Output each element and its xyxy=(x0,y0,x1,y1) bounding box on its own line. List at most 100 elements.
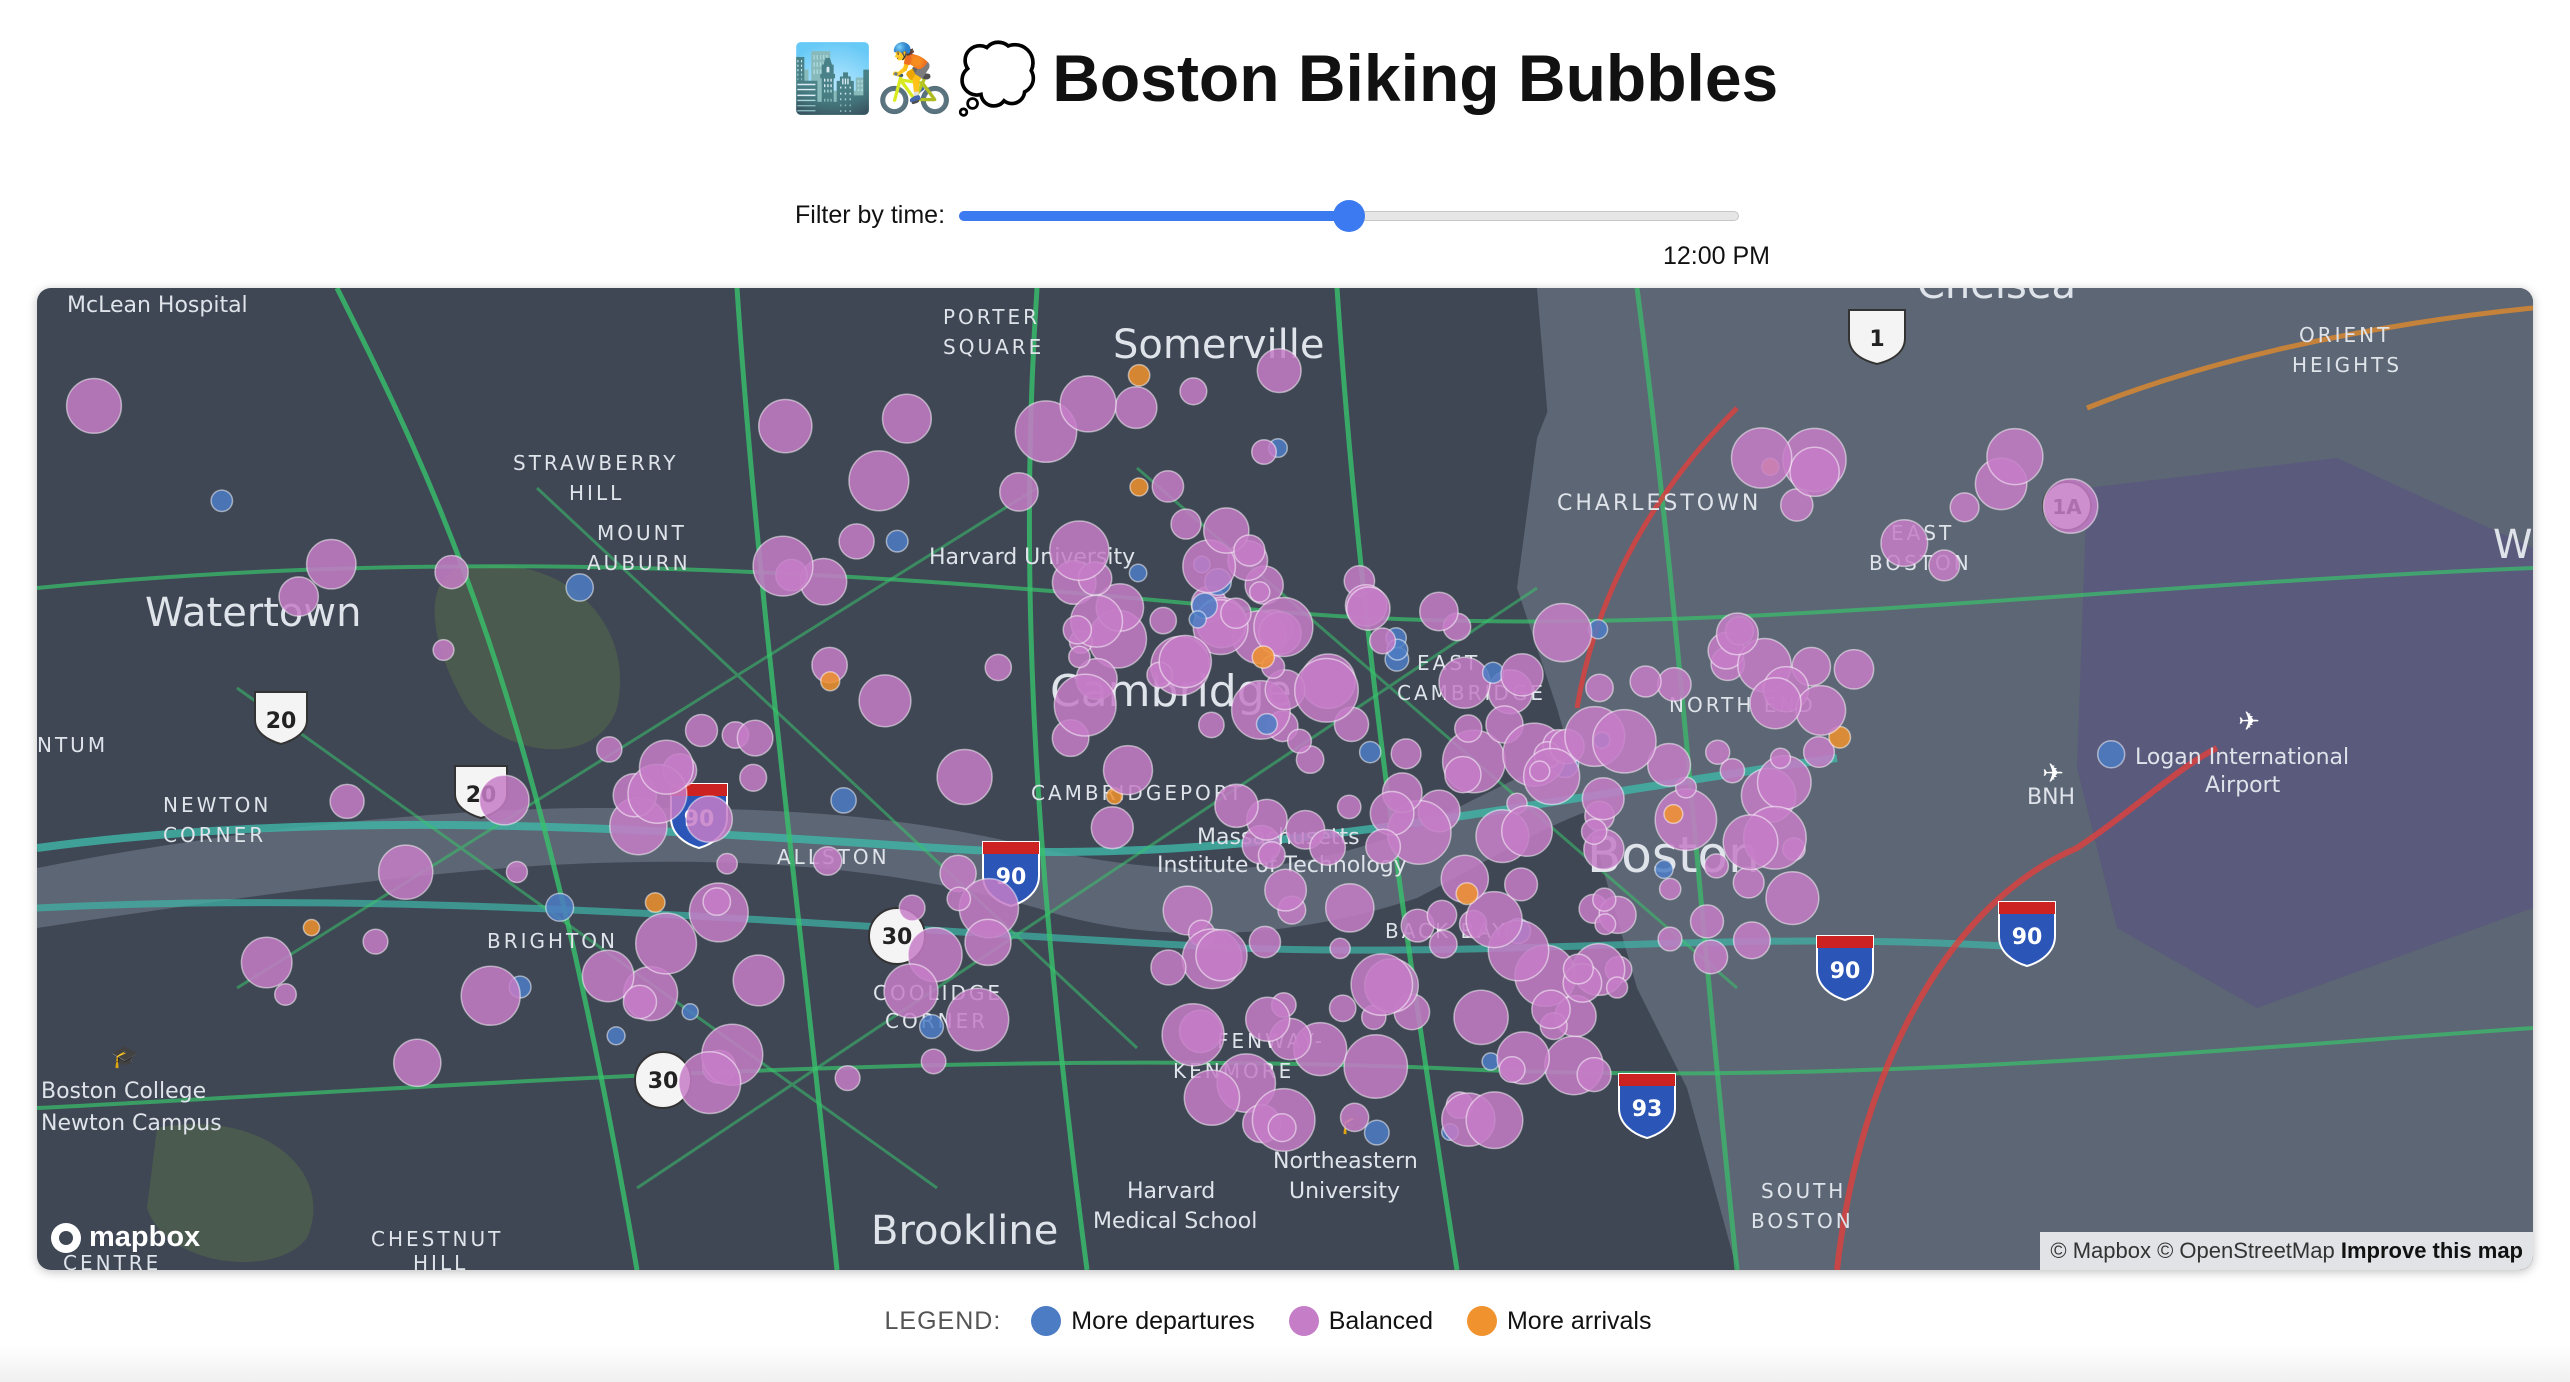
station-bubble[interactable] xyxy=(1309,828,1347,866)
station-bubble[interactable] xyxy=(1161,1003,1225,1067)
station-bubble[interactable] xyxy=(1656,666,1692,702)
station-bubble[interactable] xyxy=(681,1002,699,1021)
slider-thumb[interactable] xyxy=(1333,200,1366,232)
station-bubble[interactable] xyxy=(1605,976,1629,999)
station-bubble[interactable] xyxy=(1722,814,1779,871)
station-bubble[interactable] xyxy=(685,795,734,843)
station-bubble[interactable] xyxy=(1500,652,1544,697)
station-bubble[interactable] xyxy=(1195,928,1248,982)
station-bubble[interactable] xyxy=(1749,676,1802,730)
station-bubble[interactable] xyxy=(1591,708,1657,774)
station-bubble[interactable] xyxy=(885,529,909,553)
improve-map-link[interactable]: Improve this map xyxy=(2341,1238,2523,1263)
station-bubble[interactable] xyxy=(278,576,320,618)
station-bubble[interactable] xyxy=(1663,803,1684,825)
station-bubble[interactable] xyxy=(1188,610,1207,629)
station-bubble[interactable] xyxy=(302,918,321,937)
station-bubble[interactable] xyxy=(595,736,623,763)
station-bubble[interactable] xyxy=(830,787,857,814)
station-bubble[interactable] xyxy=(1528,760,1551,782)
station-bubble[interactable] xyxy=(1928,549,1961,582)
station-bubble[interactable] xyxy=(1789,446,1840,498)
station-bubble[interactable] xyxy=(1293,657,1360,723)
station-bubble[interactable] xyxy=(1418,591,1459,632)
mapbox-logo[interactable]: mapbox xyxy=(51,1221,200,1254)
station-bubble[interactable] xyxy=(702,887,732,917)
station-bubble[interactable] xyxy=(964,918,1012,967)
station-bubble[interactable] xyxy=(883,963,939,1019)
station-bubble[interactable] xyxy=(1689,904,1725,939)
station-bubble[interactable] xyxy=(1257,840,1286,870)
station-bubble[interactable] xyxy=(1769,747,1792,769)
station-bubble[interactable] xyxy=(945,987,1010,1052)
station-bubble[interactable] xyxy=(739,763,768,792)
station-bubble[interactable] xyxy=(1102,744,1154,796)
station-bubble[interactable] xyxy=(1053,673,1117,737)
station-bubble[interactable] xyxy=(1179,377,1208,406)
station-bubble[interactable] xyxy=(881,393,933,444)
station-bubble[interactable] xyxy=(1765,870,1820,926)
station-bubble[interactable] xyxy=(1658,877,1682,901)
station-bubble[interactable] xyxy=(1363,1119,1390,1146)
station-bubble[interactable] xyxy=(1455,881,1479,906)
station-bubble[interactable] xyxy=(1498,1055,1526,1084)
station-bubble[interactable] xyxy=(1732,866,1765,899)
station-bubble[interactable] xyxy=(1657,926,1683,952)
station-bubble[interactable] xyxy=(1719,757,1746,784)
station-bubble[interactable] xyxy=(1336,794,1362,820)
station-bubble[interactable] xyxy=(1067,645,1091,669)
station-bubble[interactable] xyxy=(1197,711,1225,739)
station-bubble[interactable] xyxy=(1986,427,2044,486)
station-bubble[interactable] xyxy=(1730,427,1793,489)
station-bubble[interactable] xyxy=(1358,740,1382,764)
station-bubble[interactable] xyxy=(757,398,813,454)
station-bubble[interactable] xyxy=(1248,925,1282,959)
station-bubble[interactable] xyxy=(1267,1113,1297,1143)
station-bubble[interactable] xyxy=(305,538,357,590)
station-bubble[interactable] xyxy=(1368,627,1397,655)
station-bubble[interactable] xyxy=(240,936,293,989)
station-bubble[interactable] xyxy=(1365,828,1402,865)
station-bubble[interactable] xyxy=(1503,867,1539,902)
station-bubble[interactable] xyxy=(1444,755,1482,794)
station-bubble[interactable] xyxy=(1339,1102,1370,1133)
station-bubble[interactable] xyxy=(736,719,774,757)
station-bubble[interactable] xyxy=(377,844,434,901)
station-bubble[interactable] xyxy=(634,912,698,975)
station-bubble[interactable] xyxy=(2096,740,2126,769)
station-bubble[interactable] xyxy=(812,846,843,876)
station-bubble[interactable] xyxy=(1654,859,1674,880)
station-bubble[interactable] xyxy=(998,471,1039,512)
station-bubble[interactable] xyxy=(1329,937,1351,960)
station-bubble[interactable] xyxy=(622,984,658,1020)
station-bubble[interactable] xyxy=(834,1064,861,1092)
station-bubble[interactable] xyxy=(1693,939,1729,975)
station-bubble[interactable] xyxy=(1233,534,1266,567)
station-bubble[interactable] xyxy=(946,886,972,912)
station-bubble[interactable] xyxy=(644,891,666,914)
station-bubble[interactable] xyxy=(434,554,469,590)
station-bubble[interactable] xyxy=(1324,883,1375,933)
station-bubble[interactable] xyxy=(1048,520,1110,581)
station-bubble[interactable] xyxy=(1438,656,1491,709)
station-bubble[interactable] xyxy=(1350,953,1414,1017)
station-bubble[interactable] xyxy=(638,739,695,795)
station-bubble[interactable] xyxy=(898,894,926,922)
station-bubble[interactable] xyxy=(678,1050,742,1115)
station-bubble[interactable] xyxy=(210,489,234,513)
station-bubble[interactable] xyxy=(1581,777,1625,821)
station-bubble[interactable] xyxy=(1114,386,1158,430)
station-bubble[interactable] xyxy=(1531,989,1571,1030)
station-bubble[interactable] xyxy=(1264,868,1308,912)
station-bubble[interactable] xyxy=(460,965,521,1027)
time-slider[interactable] xyxy=(959,195,1740,235)
map-view[interactable]: McLean Hospital PORTER SQUARE Somerville… xyxy=(37,288,2533,1270)
station-bubble[interactable] xyxy=(1128,563,1148,583)
station-bubble[interactable] xyxy=(2042,478,2099,535)
station-bubble[interactable] xyxy=(1795,684,1847,736)
station-bubble[interactable] xyxy=(1500,804,1554,858)
station-bubble[interactable] xyxy=(1453,714,1483,743)
station-bubble[interactable] xyxy=(545,892,575,922)
station-bubble[interactable] xyxy=(1833,648,1875,690)
station-bubble[interactable] xyxy=(478,774,530,826)
